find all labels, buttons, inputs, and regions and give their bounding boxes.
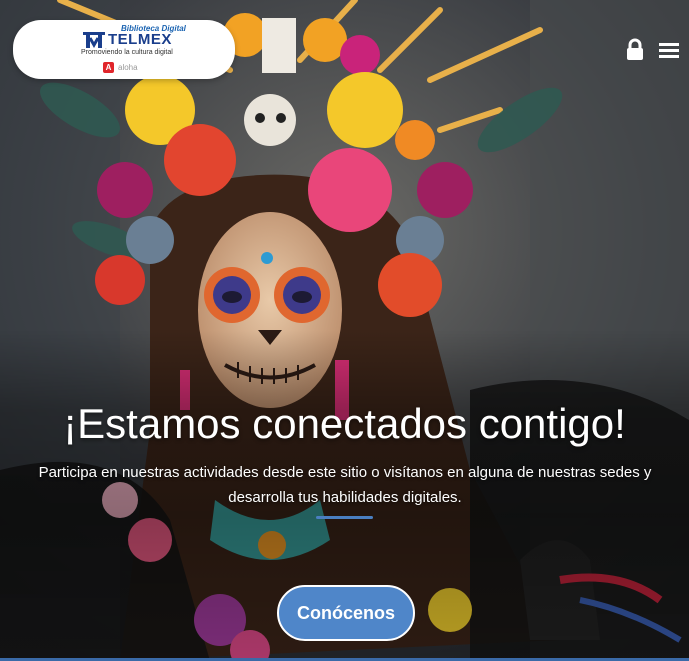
hamburger-menu-icon	[659, 43, 679, 58]
site-logo[interactable]: Biblioteca Digital TELMEX Promoviendo la…	[13, 20, 235, 79]
hero-overlay	[0, 0, 689, 661]
conocenos-button[interactable]: Conócenos	[277, 585, 415, 641]
hero-title: ¡Estamos conectados contigo!	[63, 400, 626, 447]
logo-badge: A	[103, 61, 114, 73]
lock-icon	[627, 38, 643, 60]
logo-footer: A aloha	[103, 61, 138, 73]
logo-tagline: Promoviendo la cultura digital	[81, 49, 173, 56]
hero-description: Participa en nuestras actividades desde …	[38, 464, 652, 506]
logo-brand: TELMEX	[108, 31, 172, 48]
hero-section: Biblioteca Digital TELMEX Promoviendo la…	[0, 0, 689, 661]
hero-divider	[316, 516, 373, 519]
logo-footer-text: aloha	[118, 62, 138, 72]
menu-button[interactable]	[657, 40, 681, 62]
lock-button[interactable]	[624, 38, 646, 62]
telmex-logo-icon	[83, 32, 105, 48]
